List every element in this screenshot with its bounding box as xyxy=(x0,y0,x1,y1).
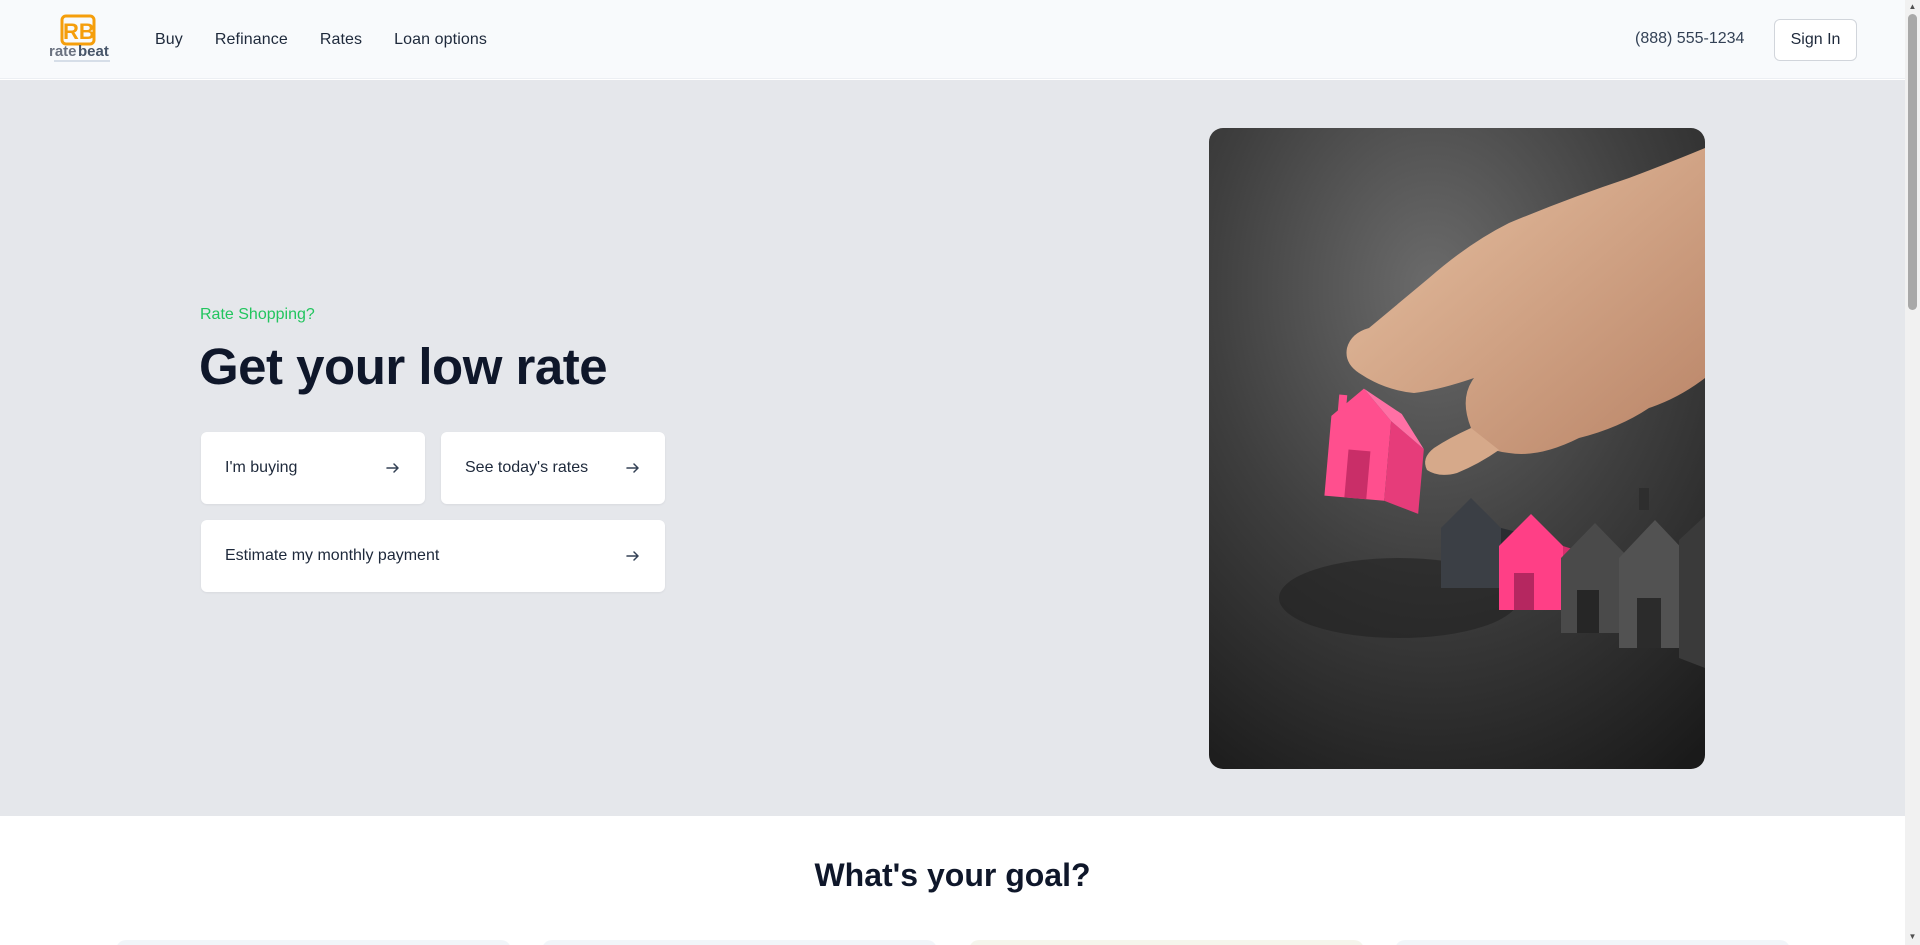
svg-text:rate: rate xyxy=(49,43,77,60)
hero-headline: Get your low rate xyxy=(199,338,608,395)
goal-card[interactable] xyxy=(1395,940,1790,945)
see-todays-rates-button[interactable]: See today's rates xyxy=(441,432,665,504)
ratebeat-logo[interactable]: RB rate beat xyxy=(48,14,116,64)
scroll-thumb[interactable] xyxy=(1908,14,1917,310)
scroll-down-icon[interactable]: ▼ xyxy=(1908,933,1917,941)
nav-buy[interactable]: Buy xyxy=(155,31,183,49)
im-buying-button[interactable]: I'm buying xyxy=(201,432,425,504)
estimate-payment-button[interactable]: Estimate my monthly payment xyxy=(201,520,665,592)
nav-rates[interactable]: Rates xyxy=(320,31,362,49)
hero-house-photo xyxy=(1209,128,1705,769)
site-header: RB rate beat Buy Refinance Rates Loan op… xyxy=(0,0,1905,79)
phone-link[interactable]: (888) 555-1234 xyxy=(1635,30,1744,48)
goal-card[interactable] xyxy=(969,940,1364,945)
nav-refinance[interactable]: Refinance xyxy=(215,31,288,49)
nav-loan-options[interactable]: Loan options xyxy=(394,31,487,49)
sign-in-button[interactable]: Sign In xyxy=(1774,19,1857,61)
arrow-right-icon xyxy=(626,463,639,473)
goal-card[interactable] xyxy=(116,940,511,945)
page-scrollbar[interactable]: ▲ ▼ xyxy=(1905,0,1920,945)
svg-text:RB: RB xyxy=(63,19,95,44)
see-todays-rates-label: See today's rates xyxy=(465,459,589,476)
scroll-up-icon[interactable]: ▲ xyxy=(1908,3,1917,11)
hero-section: Rate Shopping? Get your low rate I'm buy… xyxy=(0,80,1905,816)
goal-section: What's your goal? xyxy=(0,816,1905,945)
hero-eyebrow: Rate Shopping? xyxy=(200,306,315,323)
arrow-right-icon xyxy=(386,463,399,473)
im-buying-label: I'm buying xyxy=(225,459,298,476)
svg-text:beat: beat xyxy=(78,43,109,60)
goal-title: What's your goal? xyxy=(814,857,1091,893)
main-nav: Buy Refinance Rates Loan options xyxy=(155,0,519,79)
goal-card[interactable] xyxy=(542,940,937,945)
arrow-right-icon xyxy=(626,551,639,561)
estimate-payment-label: Estimate my monthly payment xyxy=(225,547,440,564)
